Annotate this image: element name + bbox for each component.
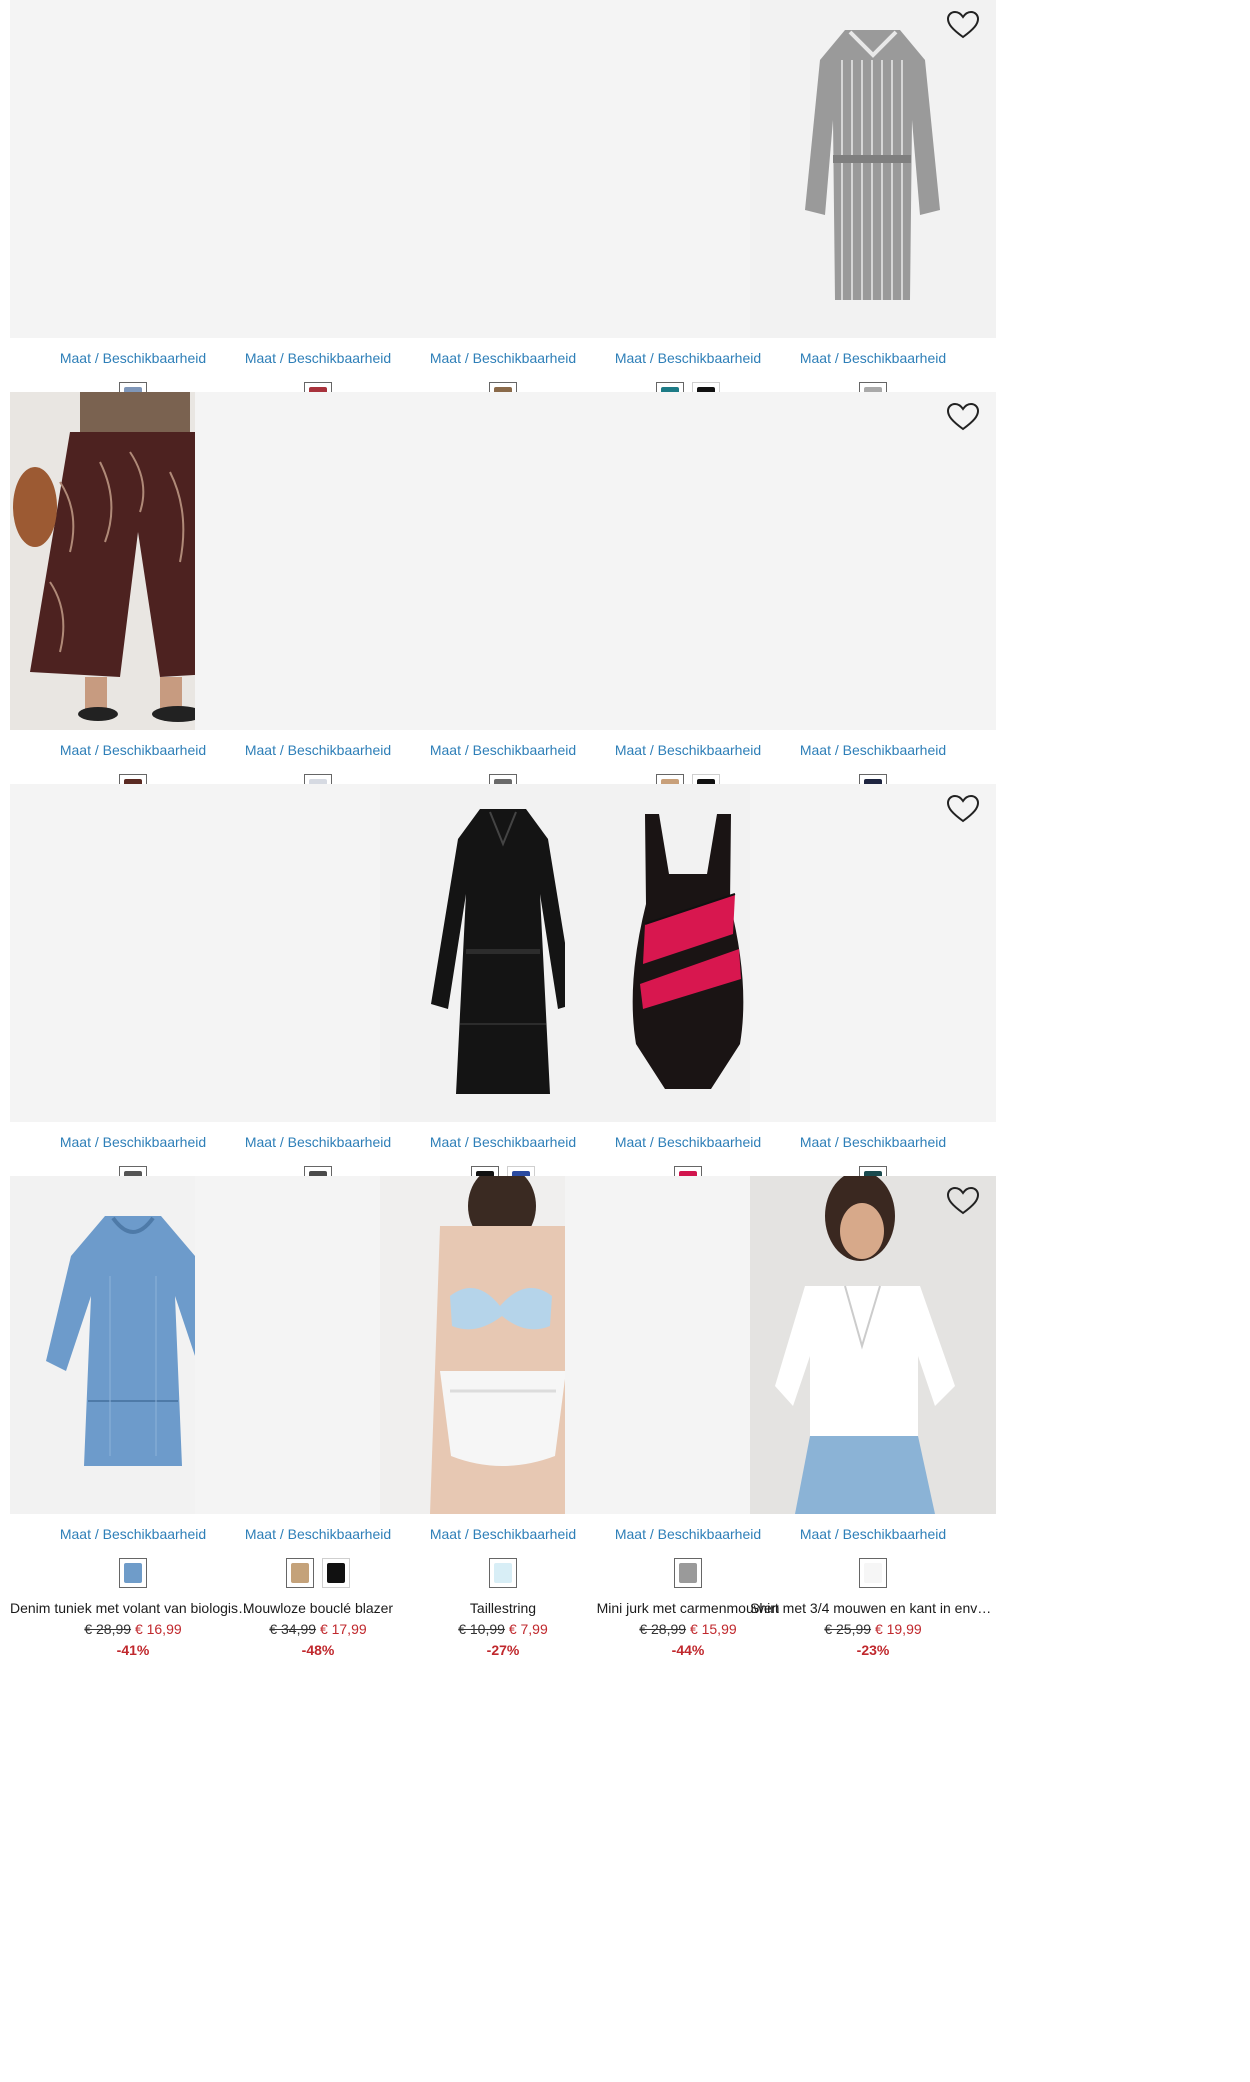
sale-price: € 15,99 <box>689 1621 737 1637</box>
discount-badge: -23% <box>856 1642 890 1658</box>
original-price: € 28,99 <box>639 1621 687 1637</box>
original-price: € 34,99 <box>269 1621 317 1637</box>
heart-icon[interactable] <box>946 794 980 824</box>
sale-price: € 19,99 <box>874 1621 922 1637</box>
color-swatch[interactable] <box>119 1558 147 1588</box>
color-swatch[interactable] <box>674 1558 702 1588</box>
original-price: € 25,99 <box>824 1621 872 1637</box>
color-swatch[interactable] <box>286 1558 314 1588</box>
product-card[interactable]: Maat / Beschikbaarheid Shirt met 3/4 mouw… <box>750 1176 996 1696</box>
color-swatch[interactable] <box>489 1558 517 1588</box>
color-swatch[interactable] <box>859 1558 887 1588</box>
product-image[interactable] <box>750 392 996 730</box>
size-availability-link[interactable]: Maat / Beschikbaarheid <box>750 742 996 758</box>
product-price: € 25,99 € 19,99 <box>750 1621 996 1637</box>
product-image[interactable] <box>750 0 996 338</box>
color-swatch[interactable] <box>322 1558 350 1588</box>
product-row: Maat / Beschikbaarheid Denim tuniek met v… <box>10 1176 1242 1696</box>
sale-price: € 17,99 <box>319 1621 367 1637</box>
original-price: € 10,99 <box>458 1621 505 1637</box>
size-availability-link[interactable]: Maat / Beschikbaarheid <box>750 350 996 366</box>
size-availability-link[interactable]: Maat / Beschikbaarheid <box>750 1526 996 1542</box>
heart-icon[interactable] <box>946 402 980 432</box>
original-price: € 28,99 <box>84 1621 132 1637</box>
sale-price: € 16,99 <box>134 1621 182 1637</box>
product-image[interactable] <box>750 1176 996 1514</box>
color-swatches <box>750 1558 996 1588</box>
heart-icon[interactable] <box>946 10 980 40</box>
heart-icon[interactable] <box>946 1186 980 1216</box>
size-availability-link[interactable]: Maat / Beschikbaarheid <box>750 1134 996 1150</box>
product-image[interactable] <box>750 784 996 1122</box>
product-name[interactable]: Shirt met 3/4 mouwen en kant in enve... <box>750 1600 996 1616</box>
sale-price: € 7,99 <box>508 1621 548 1637</box>
